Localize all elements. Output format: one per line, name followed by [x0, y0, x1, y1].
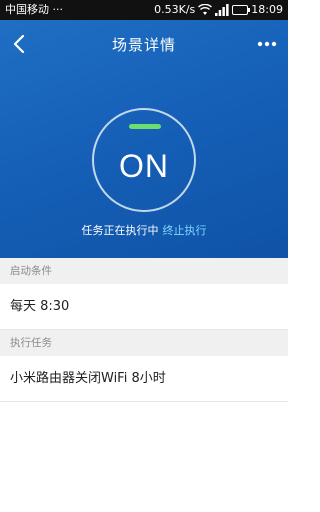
trigger-condition-row[interactable]: 每天 8:30: [0, 284, 288, 330]
execution-status-text: 任务正在执行中: [81, 224, 159, 237]
status-right: 0.53K/s 18:09: [154, 0, 283, 20]
battery-icon: [232, 5, 251, 15]
section-header-trigger: 启动条件: [0, 258, 288, 284]
status-time: 18:09: [251, 3, 283, 16]
toggle-state-label: ON: [119, 148, 169, 184]
execution-status: 任务正在执行中 终止执行: [0, 222, 288, 238]
stop-execution-link[interactable]: 终止执行: [163, 224, 207, 237]
network-speed: 0.53K/s: [154, 3, 196, 16]
task-action-row[interactable]: 小米路由器关闭WiFi 8小时: [0, 356, 288, 402]
more-horizontal-icon: [257, 41, 277, 47]
empty-area: [0, 402, 288, 512]
carrier-label: 中国移动 ···: [5, 3, 63, 16]
page-title: 场景详情: [111, 36, 176, 54]
section-header-task: 执行任务: [0, 330, 288, 356]
status-bar: 中国移动 ··· 0.53K/s 18:09: [0, 0, 288, 20]
wifi-icon: [198, 4, 213, 15]
nav-bar: 场景详情: [0, 20, 288, 68]
toggle-indicator: [129, 124, 161, 129]
signal-icon: [215, 4, 229, 16]
scene-toggle-button[interactable]: ON: [92, 108, 196, 212]
scene-hero: 场景详情 ON 任务正在执行中 终止执行: [0, 20, 288, 258]
more-button[interactable]: [254, 32, 280, 56]
